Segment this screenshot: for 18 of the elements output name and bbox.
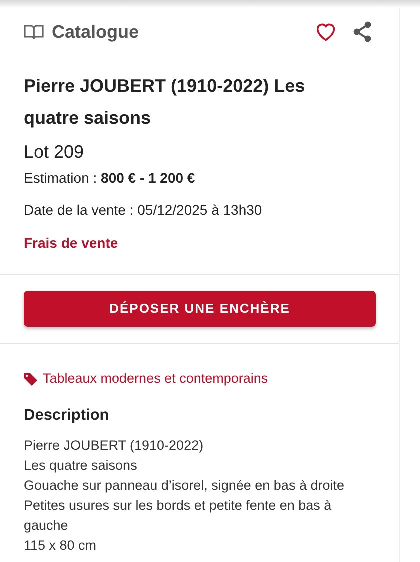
description-line: Les quatre saisons	[24, 457, 138, 476]
tag-icon	[24, 372, 38, 386]
description-line: Pierre JOUBERT (1910-2022)	[24, 437, 205, 456]
book-icon	[24, 24, 44, 40]
page-title: Catalogue	[52, 20, 140, 44]
description-line: Gouache sur panneau d’isorel, signée en bas à droite	[24, 477, 346, 496]
share-icon[interactable]	[353, 21, 373, 43]
description-line: 115 x 80 cm	[24, 537, 98, 556]
estimation: Estimation : 800 € - 1 200 €	[24, 169, 196, 188]
lot-number: Lot 209	[24, 141, 86, 164]
description-heading: Description	[24, 406, 110, 426]
category-link[interactable]: Tableaux modernes et contemporains	[43, 369, 268, 390]
heart-icon[interactable]	[315, 22, 337, 42]
lot-title: Pierre JOUBERT (1910-2022) Les quatre saisons	[24, 75, 306, 130]
bid-button[interactable]: DÉPOSER UNE ENCHÈRE	[24, 291, 376, 327]
fees-link[interactable]: Frais de vente	[24, 235, 118, 251]
description-line: Petites usures sur les bords et petite fente en bas à gauche	[24, 497, 333, 536]
sale-date: Date de la vente : 05/12/2025 à 13h30	[24, 201, 264, 220]
